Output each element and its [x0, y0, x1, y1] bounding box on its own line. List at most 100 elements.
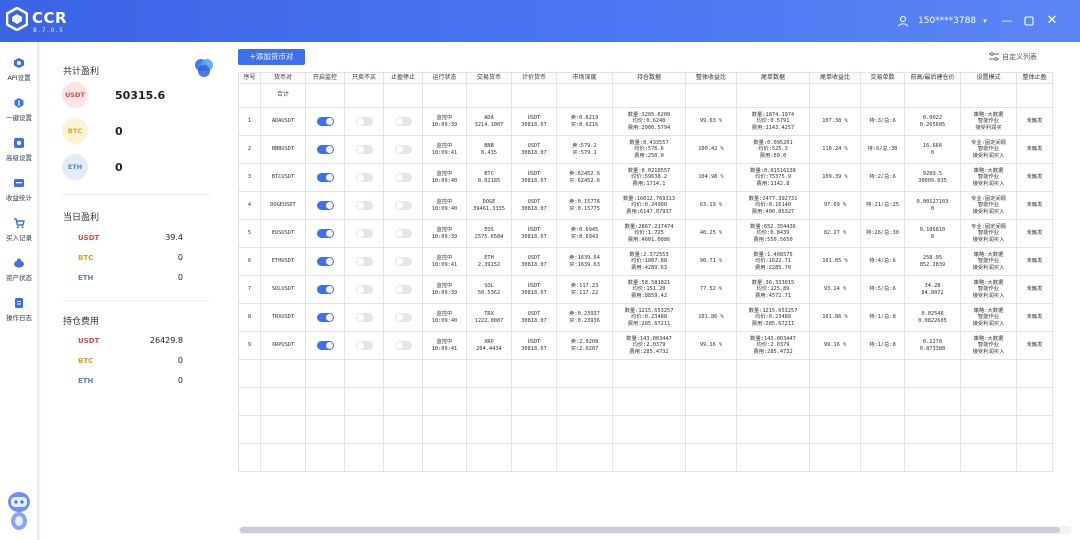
empty-cell [422, 443, 467, 472]
monitor-toggle[interactable] [316, 117, 334, 126]
horizontal-scrollbar[interactable] [238, 526, 1072, 534]
user-phone[interactable]: 150****3788 [918, 16, 976, 26]
take-profit-stop-toggle[interactable] [394, 117, 412, 126]
table-cell [344, 331, 384, 360]
table-cell: 策略:大数据 智能作业 接受利润买入 [960, 331, 1017, 360]
monitor-toggle[interactable] [316, 173, 334, 182]
empty-cell [809, 83, 861, 108]
nav-item-assets[interactable]: 资产状态 [0, 257, 38, 282]
cell-line: 费用:1143.4257 [751, 124, 795, 131]
empty-cell [260, 359, 306, 388]
table-cell: 4 [238, 191, 261, 220]
nav-item-advanced[interactable]: 高级设置 [0, 137, 38, 162]
table-cell: 监控中 10:09:40 [422, 163, 467, 192]
sell-only-toggle[interactable] [355, 257, 373, 266]
table-row[interactable]: 7 SOLUSDT 监控中 10:09:39 SOL 50.5362 USDT 30818.0… [238, 275, 1053, 304]
cell-line: 接受利润买入 [972, 152, 1005, 159]
table-cell: 未触发 [1016, 163, 1053, 192]
pair-name: BNBUSDT [260, 135, 306, 164]
empty-cell [344, 415, 384, 444]
nav-item-one-click[interactable]: 一键设置 [0, 97, 38, 122]
pair-name: TRXUSDT [260, 303, 306, 332]
table-cell [305, 135, 345, 164]
table-cell: 258.95 852.2839 [904, 247, 961, 276]
monitor-toggle[interactable] [316, 145, 334, 154]
empty-cell [685, 359, 737, 388]
sell-only-toggle[interactable] [355, 145, 373, 154]
assistant-robot-icon[interactable] [5, 488, 33, 532]
table-row[interactable]: 1 ADAUSDT 监控中 10:09:39 ADA 3214.1007 USDT 30818… [238, 107, 1053, 136]
monitor-toggle[interactable] [316, 341, 334, 350]
monitor-toggle[interactable] [316, 229, 334, 238]
empty-cell [736, 387, 810, 416]
sell-only-toggle[interactable] [355, 173, 373, 182]
table-cell: 数量:1874.1974 均价:0.5791 费用:1143.4257 [736, 107, 810, 136]
table-cell: 数量:36.333015 均价:125.89 费用:4572.71 [736, 275, 810, 304]
sell-only-toggle[interactable] [355, 201, 373, 210]
table-row[interactable]: 5 EOSUSDT 监控中 10:09:39 EOS 2575.6504 USDT 30818… [238, 219, 1053, 248]
table-cell: 1 [238, 107, 261, 136]
table-row[interactable]: 4 DOGEUSDT 监控中 10:09:40 DOGE 39461.3335 USDT 30… [238, 191, 1053, 220]
cell-line: 204.4434 [476, 345, 502, 352]
take-profit-stop-toggle[interactable] [394, 145, 412, 154]
take-profit-stop-toggle[interactable] [394, 285, 412, 294]
empty-cell [904, 387, 961, 416]
user-icon[interactable] [897, 15, 909, 27]
sell-only-toggle[interactable] [355, 313, 373, 322]
table-cell: 持:4/总:6 [860, 247, 905, 276]
table-row[interactable]: 6 ETHUSDT 监控中 10:09:41 ETH 2.39152 USDT 30818.0… [238, 247, 1053, 276]
monitor-toggle[interactable] [316, 201, 334, 210]
table-cell: 数量:2.372553 均价:1807.88 费用:4289.63 [612, 247, 686, 276]
nav-item-api[interactable]: API设置 [0, 57, 38, 82]
today-btc-value: 0 [177, 253, 183, 262]
sell-only-toggle[interactable] [355, 117, 373, 126]
empty-cell [422, 415, 467, 444]
monitor-toggle[interactable] [316, 257, 334, 266]
table-cell: 数量:3205.6200 均价:0.6240 费用:2000.5794 [612, 107, 686, 136]
empty-cell [1016, 387, 1053, 416]
empty-cell [422, 359, 467, 388]
table-cell: 未触发 [1016, 303, 1053, 332]
custom-columns-link[interactable]: 自定义列表 [1002, 52, 1037, 62]
column-header: 交易货币 [466, 72, 512, 84]
table-row[interactable]: 9 XRPUSDT 监控中 10:09:41 XRP 204.4434 USDT 30818.… [238, 331, 1053, 360]
empty-cell [422, 387, 467, 416]
pairs-table: 序号 货币对 开启监控 只卖不买 止盈停止 运行状态 交易货币 计价货币 市场深度 持仓数据 整体收… [238, 72, 1053, 472]
scrollbar-thumb[interactable] [240, 527, 1060, 533]
table-cell: 卖:579.2 买:579.1 [556, 135, 613, 164]
table-cell [344, 135, 384, 164]
table-cell: 数量:0.01516138 均价:75375.9 费用:1142.8 [736, 163, 810, 192]
empty-cell [305, 83, 345, 108]
sell-only-toggle[interactable] [355, 341, 373, 350]
nav-item-logs[interactable]: 操作日志 [0, 297, 38, 322]
table-row[interactable]: 3 BTCUSDT 监控中 10:09:40 BTC 0.02185 USDT 30818.0… [238, 163, 1053, 192]
monitor-toggle[interactable] [316, 285, 334, 294]
take-profit-stop-toggle[interactable] [394, 229, 412, 238]
table-cell: BTC 0.02185 [466, 163, 512, 192]
assets-icon [14, 258, 24, 268]
take-profit-stop-toggle[interactable] [394, 173, 412, 182]
take-profit-stop-toggle[interactable] [394, 257, 412, 266]
sliders-icon[interactable] [989, 52, 999, 61]
sell-only-toggle[interactable] [355, 285, 373, 294]
table-row[interactable]: 8 TRXUSDT 监控中 10:09:40 TRX 1222.0087 USDT 30818… [238, 303, 1053, 332]
nav-item-buy-records[interactable]: 买入记录 [0, 217, 38, 242]
cell-line: 0 [930, 233, 935, 240]
chevron-down-icon[interactable]: ▾ [977, 13, 993, 29]
cell-line: 费用:250.0 [634, 152, 664, 159]
cell-line: 费用:8859.42 [630, 292, 668, 299]
monitor-toggle[interactable] [316, 313, 334, 322]
take-profit-stop-toggle[interactable] [394, 313, 412, 322]
close-icon[interactable]: ✕ [1044, 13, 1060, 29]
sell-only-toggle[interactable] [355, 229, 373, 238]
table-row[interactable]: 2 BNBUSDT 监控中 10:09:41 BNB 0.435 USDT 30818.07 卖… [238, 135, 1053, 164]
take-profit-stop-toggle[interactable] [394, 341, 412, 350]
minimize-icon[interactable]: — [999, 13, 1015, 29]
total-label: 合计 [260, 83, 306, 108]
take-profit-stop-toggle[interactable] [394, 201, 412, 210]
table-cell [305, 247, 345, 276]
maximize-icon[interactable] [1021, 13, 1037, 29]
add-pair-button[interactable]: +添加货币对 [238, 49, 305, 65]
nav-item-stats[interactable]: 收益统计 [0, 177, 38, 202]
table-cell [305, 163, 345, 192]
